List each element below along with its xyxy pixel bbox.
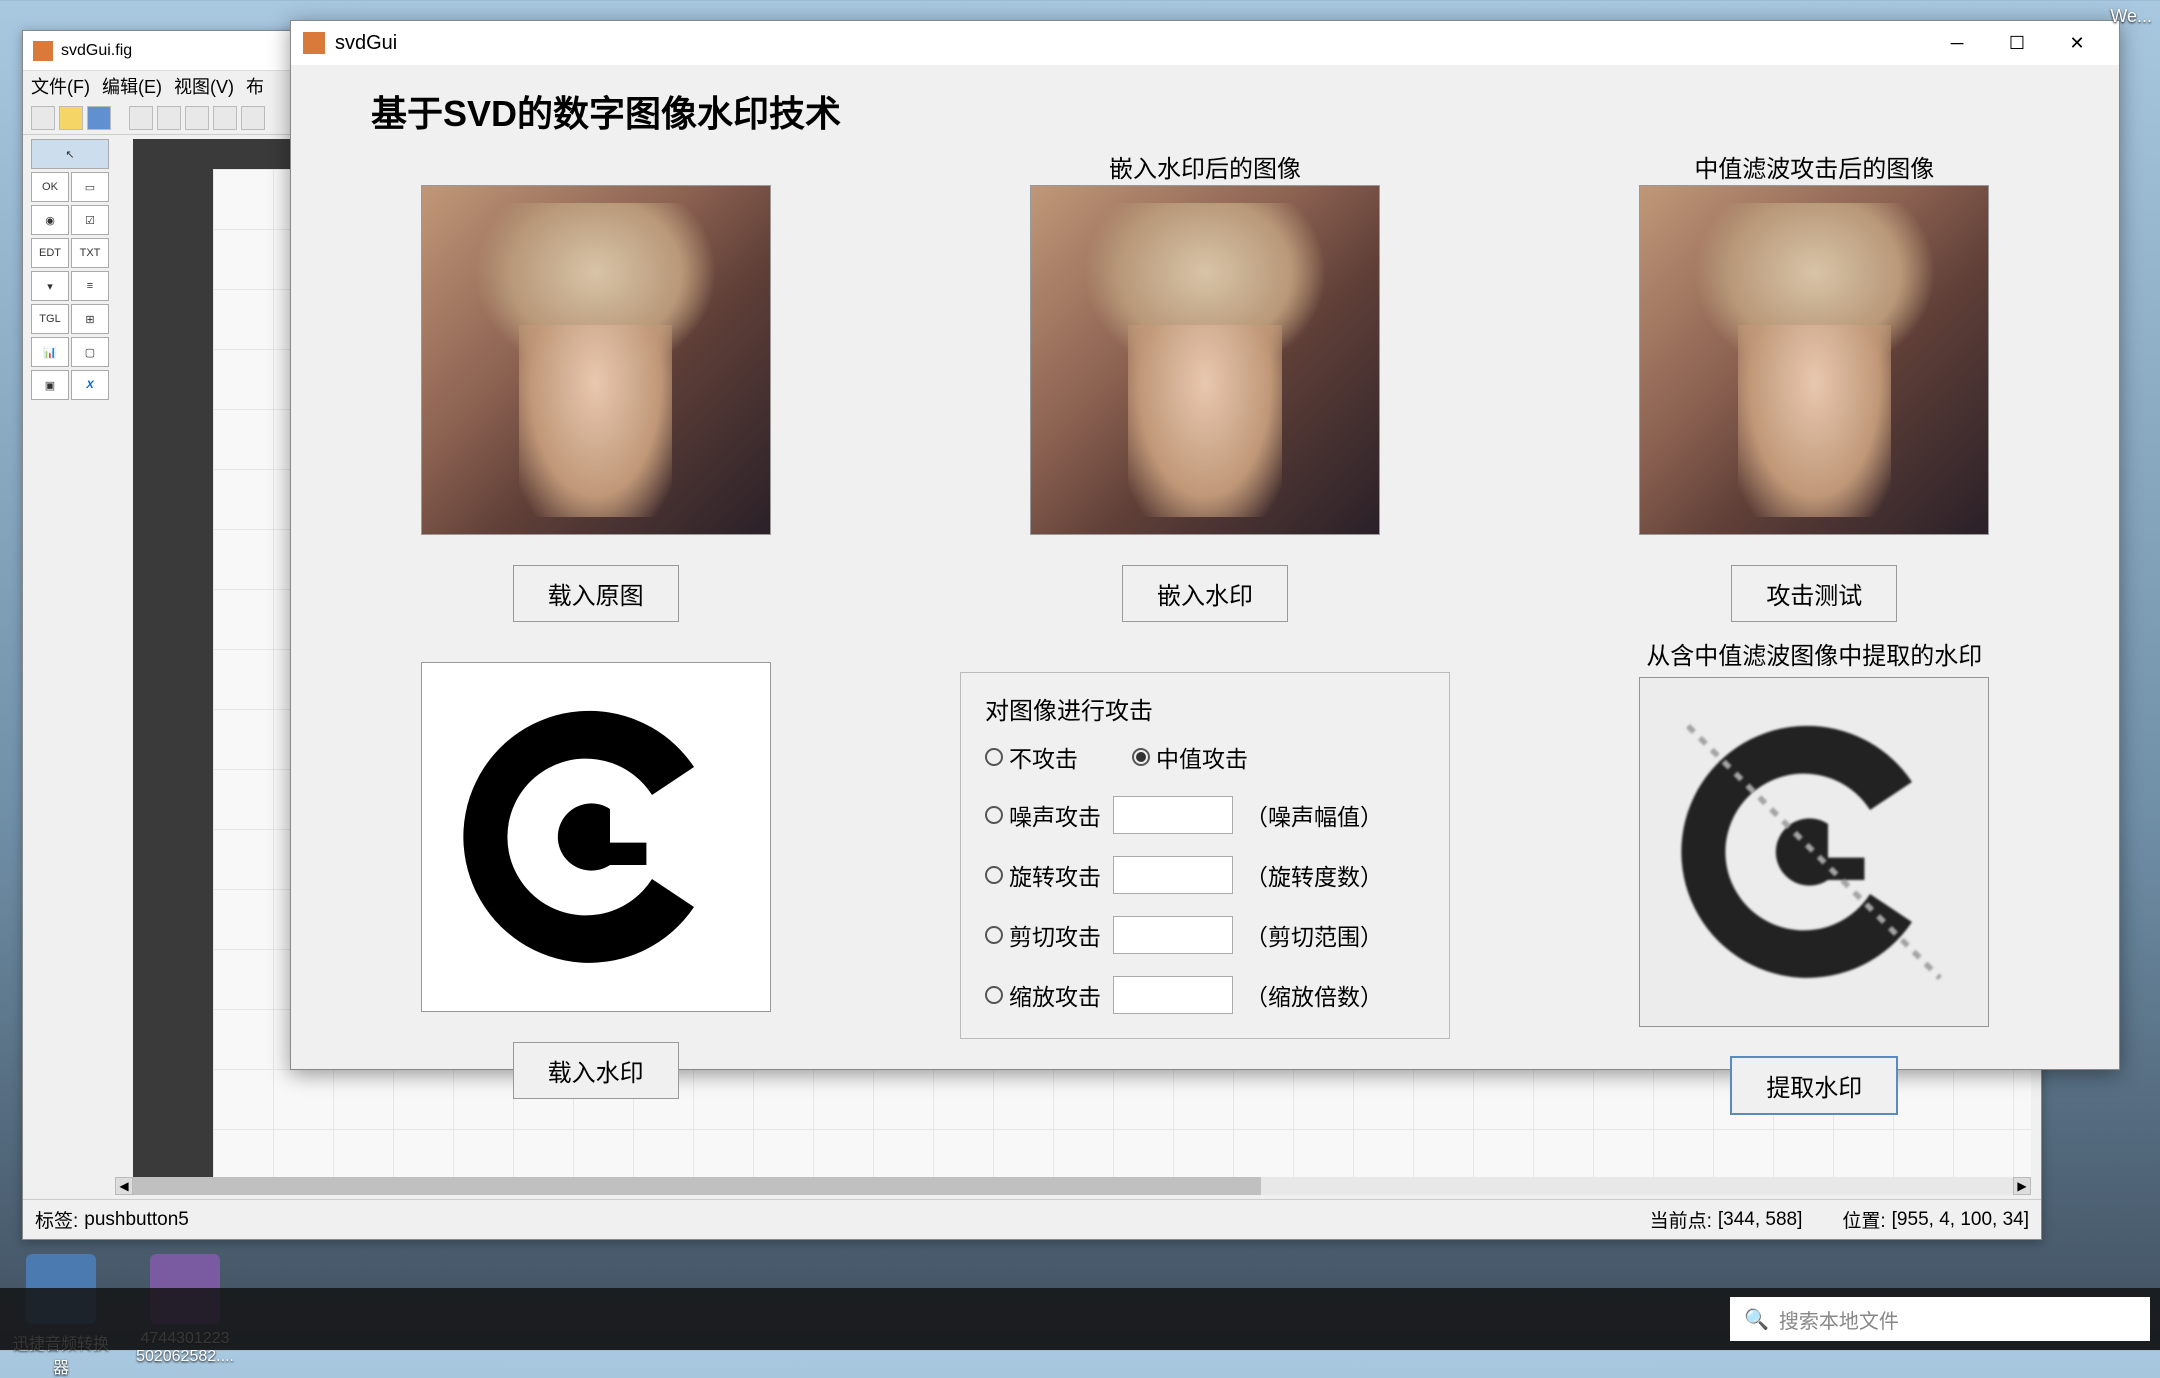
- crop-hint: （剪切范围）: [1245, 918, 1383, 952]
- radio-scale-attack[interactable]: 缩放攻击: [985, 978, 1101, 1012]
- column-embedded: 嵌入水印后的图像 嵌入水印 对图像进行攻击 不攻击 中值攻击 噪声攻击 （噪声幅…: [940, 149, 1469, 1114]
- redo-icon[interactable]: [241, 106, 265, 130]
- watermark-image: [421, 662, 771, 1012]
- fg-titlebar[interactable]: svdGui ─ ☐ ✕: [291, 21, 2119, 65]
- scale-factor-input[interactable]: [1113, 976, 1233, 1014]
- search-placeholder: 搜索本地文件: [1779, 1305, 1899, 1334]
- status-pos-prefix: 位置:: [1842, 1206, 1885, 1233]
- radio-tool[interactable]: ◉: [31, 205, 69, 235]
- paste-icon[interactable]: [185, 106, 209, 130]
- column-attacked: 中值滤波攻击后的图像 攻击测试 从含中值滤波图像中提取的水印 提取水印: [1550, 149, 2079, 1114]
- undo-icon[interactable]: [213, 106, 237, 130]
- component-palette: ↖ OK▭ ◉☑ EDTTXT ▾≡ TGL⊞ 📊▢ ▣X: [31, 139, 113, 403]
- scroll-right-icon[interactable]: ▶: [2013, 1177, 2031, 1195]
- status-label-value: pushbutton5: [84, 1209, 189, 1231]
- minimize-button[interactable]: ─: [1927, 21, 1987, 65]
- scroll-thumb[interactable]: [133, 1177, 1261, 1195]
- radio-noise-attack[interactable]: 噪声攻击: [985, 798, 1101, 832]
- attack-test-button[interactable]: 攻击测试: [1731, 565, 1897, 622]
- taskbar: 🔍 搜索本地文件: [0, 1288, 2160, 1350]
- matlab-icon: [303, 32, 325, 54]
- pushbutton-tool[interactable]: OK: [31, 172, 69, 202]
- matlab-icon: [33, 41, 53, 61]
- search-icon: 🔍: [1744, 1307, 1769, 1332]
- taskbar-search[interactable]: 🔍 搜索本地文件: [1730, 1297, 2150, 1341]
- open-icon[interactable]: [59, 106, 83, 130]
- menu-file[interactable]: 文件(F): [31, 73, 90, 99]
- crop-range-input[interactable]: [1113, 916, 1233, 954]
- extracted-label: 从含中值滤波图像中提取的水印: [1646, 636, 1982, 671]
- embedded-label: 嵌入水印后的图像: [1109, 149, 1301, 179]
- scale-hint: （缩放倍数）: [1245, 978, 1383, 1012]
- radio-label: 剪切攻击: [1009, 918, 1101, 952]
- menu-layout[interactable]: 布: [246, 73, 264, 99]
- radio-crop-attack[interactable]: 剪切攻击: [985, 918, 1101, 952]
- panel-tool[interactable]: ▢: [71, 337, 109, 367]
- extracted-watermark-image: [1639, 677, 1989, 1027]
- horizontal-scrollbar[interactable]: ◀ ▶: [133, 1177, 2013, 1195]
- radio-label: 中值攻击: [1156, 740, 1248, 774]
- attack-panel: 对图像进行攻击 不攻击 中值攻击 噪声攻击 （噪声幅值） 旋转攻击: [960, 672, 1450, 1039]
- new-icon[interactable]: [31, 106, 55, 130]
- radio-label: 旋转攻击: [1009, 858, 1101, 892]
- column-original: 载入原图 载入水印: [331, 149, 860, 1114]
- svdgui-dialog: svdGui ─ ☐ ✕ 基于SVD的数字图像水印技术 载入原图 载入水印: [290, 20, 2120, 1070]
- desktop-icon-label: 502062582....: [130, 1348, 240, 1366]
- close-button[interactable]: ✕: [2047, 21, 2107, 65]
- table-tool[interactable]: ⊞: [71, 304, 109, 334]
- radio-label: 噪声攻击: [1009, 798, 1101, 832]
- attacked-image: [1639, 185, 1989, 535]
- status-label-prefix: 标签:: [35, 1206, 78, 1233]
- attacked-label: 中值滤波攻击后的图像: [1694, 149, 1934, 179]
- top-right-text: We...: [2110, 6, 2152, 27]
- cut-icon[interactable]: [129, 106, 153, 130]
- maximize-button[interactable]: ☐: [1987, 21, 2047, 65]
- checkbox-tool[interactable]: ☑: [71, 205, 109, 235]
- toggle-tool[interactable]: TGL: [31, 304, 69, 334]
- menu-view[interactable]: 视图(V): [174, 73, 234, 99]
- radio-median-attack[interactable]: 中值攻击: [1132, 740, 1248, 774]
- bg-window-title: svdGui.fig: [61, 42, 132, 60]
- status-point-value: [344, 588]: [1718, 1209, 1803, 1231]
- rotate-hint: （旋转度数）: [1245, 858, 1383, 892]
- original-image: [421, 185, 771, 535]
- embed-watermark-button[interactable]: 嵌入水印: [1122, 565, 1288, 622]
- save-icon[interactable]: [87, 106, 111, 130]
- select-tool[interactable]: ↖: [31, 139, 109, 169]
- main-title: 基于SVD的数字图像水印技术: [371, 85, 2079, 137]
- load-watermark-button[interactable]: 载入水印: [513, 1042, 679, 1099]
- radio-label: 缩放攻击: [1009, 978, 1101, 1012]
- rotate-degree-input[interactable]: [1113, 856, 1233, 894]
- popup-tool[interactable]: ▾: [31, 271, 69, 301]
- activex-tool[interactable]: X: [71, 370, 109, 400]
- scroll-left-icon[interactable]: ◀: [115, 1177, 133, 1195]
- statusbar: 标签: pushbutton5 当前点: [344, 588] 位置: [955…: [23, 1199, 2041, 1239]
- load-original-button[interactable]: 载入原图: [513, 565, 679, 622]
- status-pos-value: [955, 4, 100, 34]: [1892, 1209, 2029, 1231]
- edit-tool[interactable]: EDT: [31, 238, 69, 268]
- copy-icon[interactable]: [157, 106, 181, 130]
- text-tool[interactable]: TXT: [71, 238, 109, 268]
- radio-no-attack[interactable]: 不攻击: [985, 740, 1078, 774]
- extract-watermark-button[interactable]: 提取水印: [1731, 1057, 1897, 1114]
- radio-rotate-attack[interactable]: 旋转攻击: [985, 858, 1101, 892]
- noise-hint: （噪声幅值）: [1245, 798, 1383, 832]
- listbox-tool[interactable]: ≡: [71, 271, 109, 301]
- radio-label: 不攻击: [1009, 740, 1078, 774]
- menu-edit[interactable]: 编辑(E): [102, 73, 162, 99]
- buttongroup-tool[interactable]: ▣: [31, 370, 69, 400]
- embedded-image: [1030, 185, 1380, 535]
- axes-tool[interactable]: 📊: [31, 337, 69, 367]
- status-point-prefix: 当前点:: [1650, 1206, 1712, 1233]
- slider-tool[interactable]: ▭: [71, 172, 109, 202]
- attack-panel-title: 对图像进行攻击: [985, 691, 1425, 726]
- noise-amplitude-input[interactable]: [1113, 796, 1233, 834]
- fg-window-title: svdGui: [335, 32, 1927, 55]
